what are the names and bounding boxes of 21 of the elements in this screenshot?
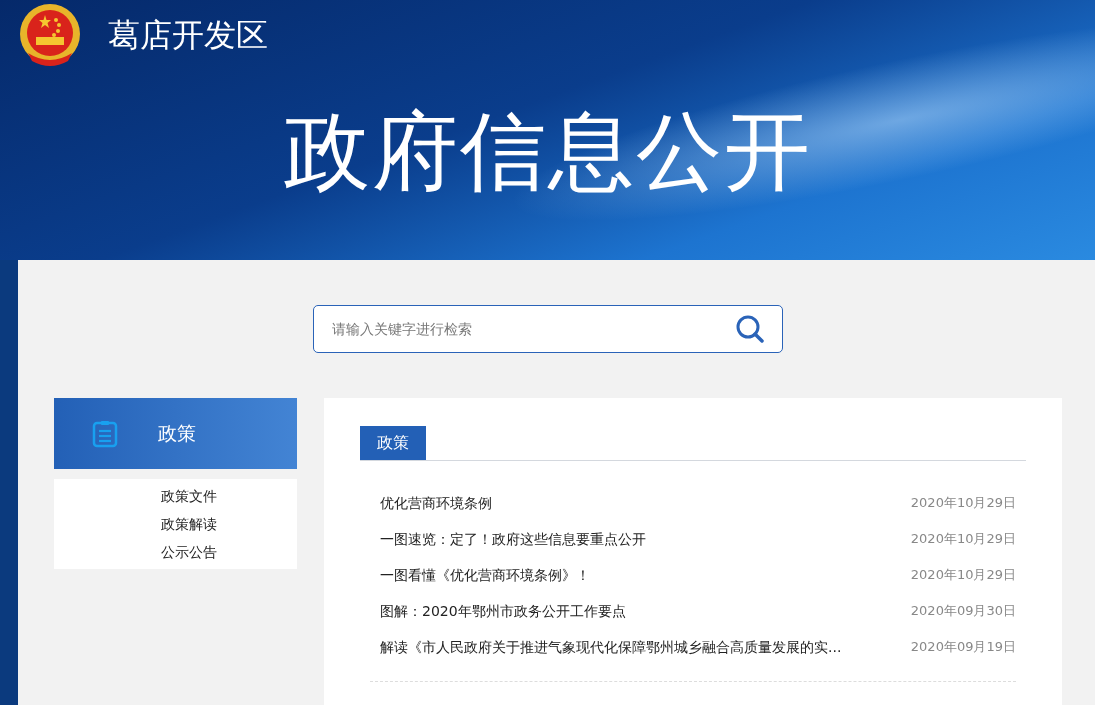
article-link[interactable]: 一图看懂《优化营商环境条例》！ [380, 557, 590, 593]
article-date: 2020年09月30日 [910, 602, 1016, 620]
sidebar-title: 政策 [158, 420, 196, 446]
article-date: 2020年10月29日 [910, 494, 1016, 512]
sidebar-item[interactable]: 政策解读 [54, 510, 297, 538]
article-date: 2020年09月19日 [910, 638, 1016, 656]
clipboard-icon [92, 419, 118, 448]
tab[interactable]: 政策 [360, 426, 426, 460]
search-field[interactable]: 请输入关键字进行检索 [312, 305, 783, 353]
article-link[interactable]: 图解：2020年鄂州市政务公开工作要点 [380, 593, 626, 629]
sidebar-item[interactable]: 公示公告 [54, 538, 297, 566]
national-emblem-icon [18, 3, 82, 69]
article-link[interactable]: 优化营商环境条例 [380, 485, 492, 521]
site-name: 葛店开发区 [108, 15, 268, 56]
article-date: 2020年10月29日 [910, 566, 1016, 584]
sidebar-item[interactable]: 政策文件 [54, 482, 297, 510]
banner-title: 政府信息公开 [282, 100, 813, 203]
article-date: 2020年10月29日 [910, 530, 1016, 548]
article-link[interactable]: 解读《市人民政府关于推进气象现代化保障鄂州城乡融合高质量发展的实... [380, 629, 842, 665]
search-icon[interactable] [734, 314, 765, 344]
article-link[interactable]: 一图速览：定了！政府这些信息要重点公开 [380, 521, 646, 557]
